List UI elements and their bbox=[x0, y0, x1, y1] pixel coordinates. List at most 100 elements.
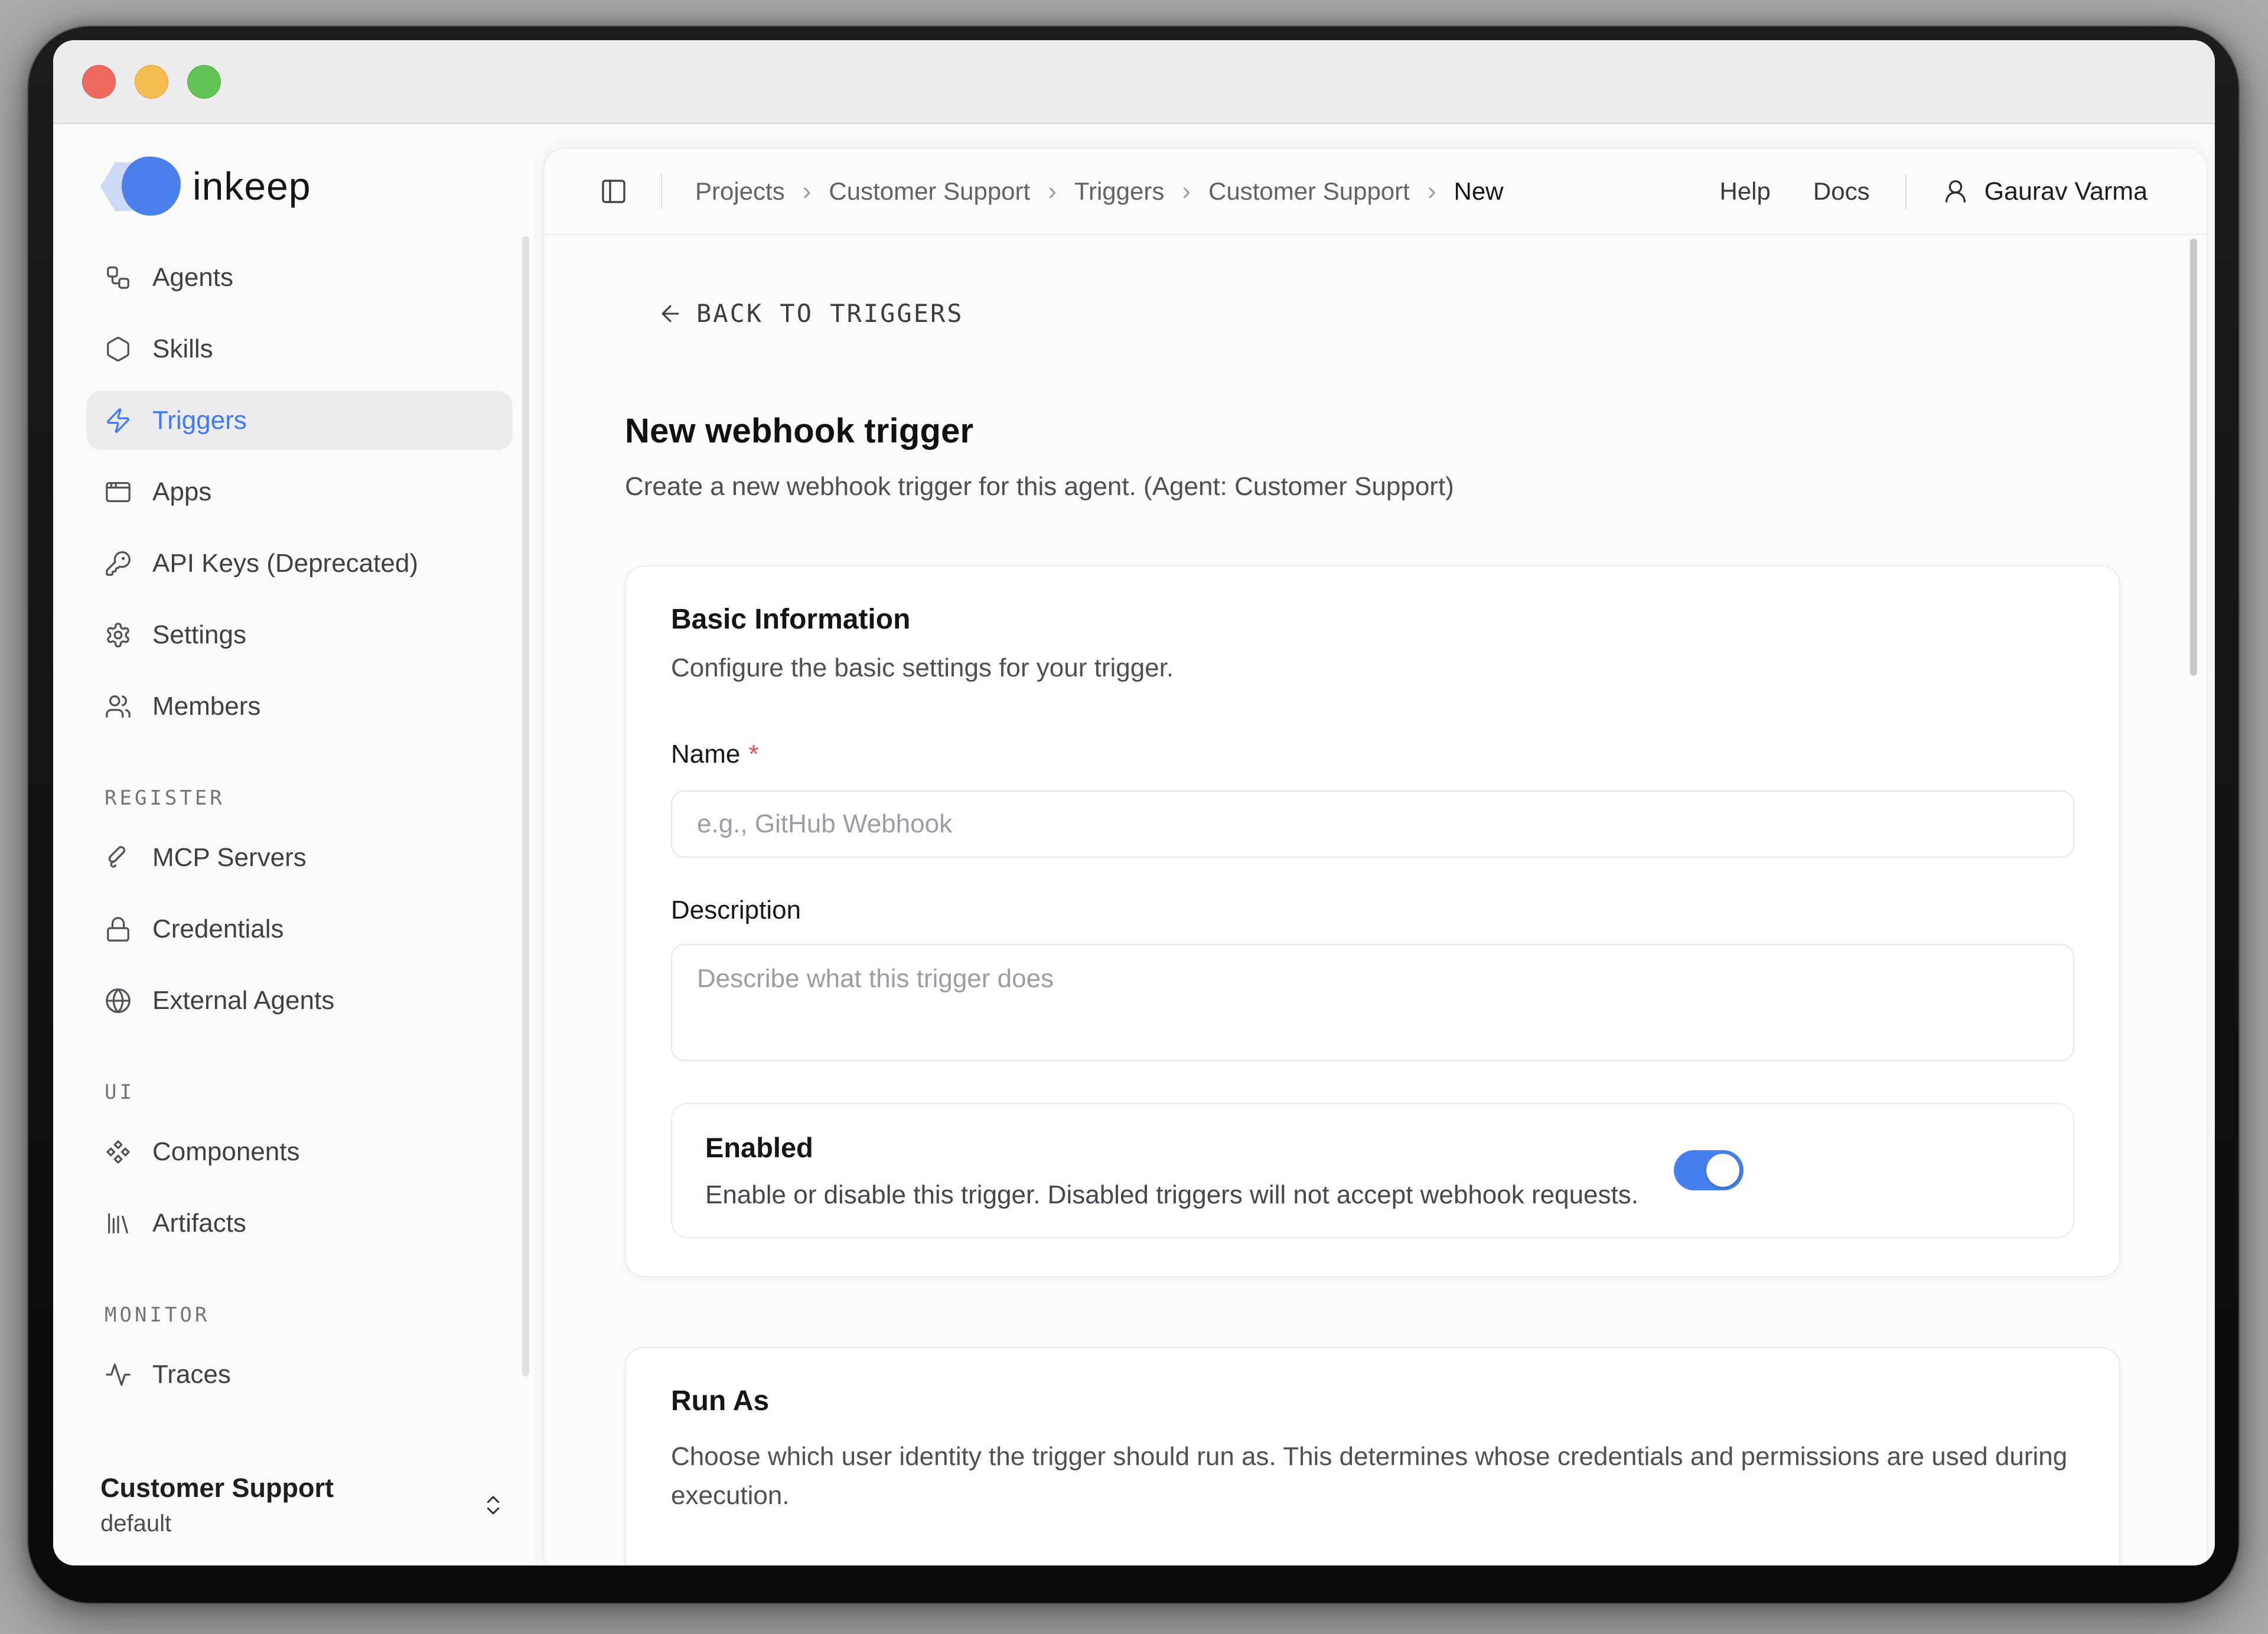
basic-information-subtitle: Configure the basic settings for your tr… bbox=[671, 653, 2074, 683]
hexagon-icon bbox=[105, 336, 132, 363]
breadcrumb-item-customer-support[interactable]: Customer Support bbox=[1208, 177, 1410, 206]
breadcrumb-separator-icon: › bbox=[1428, 177, 1436, 206]
content-scrollbar[interactable] bbox=[2190, 239, 2197, 676]
enabled-text: Enabled Enable or disable this trigger. … bbox=[705, 1131, 1638, 1210]
breadcrumb: Projects › Customer Support › Triggers › Custo… bbox=[695, 177, 1504, 206]
description-input[interactable] bbox=[671, 944, 2074, 1061]
back-to-triggers-label: BACK TO TRIGGERS bbox=[696, 299, 964, 328]
lock-icon bbox=[105, 916, 132, 943]
sidebar-item-label: External Agents bbox=[152, 986, 334, 1015]
sidebar-item-label: Apps bbox=[152, 477, 211, 507]
device-bezel: inkeep Agents Skills Triggers Apps API Keys … bbox=[28, 27, 2238, 1603]
breadcrumb-item-new-current: New bbox=[1454, 177, 1503, 206]
sidebar-item-traces[interactable]: Traces bbox=[86, 1345, 513, 1404]
sidebar-item-label: Skills bbox=[152, 334, 213, 364]
project-name: Customer Support bbox=[100, 1473, 334, 1503]
header-right: Help Docs Gaurav Varma bbox=[1677, 174, 2148, 209]
required-asterisk: * bbox=[748, 740, 758, 769]
page-title: New webhook trigger bbox=[625, 411, 2120, 451]
name-label: Name * bbox=[671, 740, 2074, 769]
help-link[interactable]: Help bbox=[1719, 177, 1770, 206]
close-window-button[interactable] bbox=[82, 65, 116, 99]
breadcrumb-item-projects[interactable]: Projects bbox=[695, 177, 785, 206]
breadcrumb-separator-icon: › bbox=[1048, 177, 1057, 206]
sidebar-group-label: UI bbox=[86, 1078, 513, 1107]
activity-icon bbox=[105, 1361, 132, 1388]
page-content: BACK TO TRIGGERS New webhook trigger Cre… bbox=[545, 235, 2207, 1565]
sidebar-item-mcp-servers[interactable]: MCP Servers bbox=[86, 828, 513, 887]
minimize-window-button[interactable] bbox=[135, 65, 168, 99]
sidebar-item-label: Triggers bbox=[152, 406, 247, 435]
header-divider bbox=[661, 174, 662, 209]
sidebar-item-artifacts[interactable]: Artifacts bbox=[86, 1194, 513, 1253]
name-label-text: Name bbox=[671, 740, 740, 769]
globe-icon bbox=[105, 987, 132, 1014]
users-icon bbox=[105, 693, 132, 720]
app-window-icon bbox=[105, 479, 132, 506]
sidebar-item-label: Artifacts bbox=[152, 1209, 246, 1238]
sidebar-item-credentials[interactable]: Credentials bbox=[86, 900, 513, 959]
name-input[interactable] bbox=[671, 790, 2074, 858]
sidebar-scrollbar[interactable] bbox=[522, 236, 529, 1376]
key-icon bbox=[105, 550, 132, 577]
sidebar-group-label: REGISTER bbox=[86, 783, 513, 813]
header-divider-2 bbox=[1905, 174, 1907, 209]
sidebar-item-label: Settings bbox=[152, 620, 246, 650]
component-icon bbox=[105, 1138, 132, 1166]
sidebar-item-skills[interactable]: Skills bbox=[86, 320, 513, 379]
user-name: Gaurav Varma bbox=[1984, 177, 2148, 206]
app-window: inkeep Agents Skills Triggers Apps API Keys … bbox=[53, 40, 2215, 1565]
breadcrumb-item-customer-support[interactable]: Customer Support bbox=[829, 177, 1030, 206]
sidebar-group-label: MONITOR bbox=[86, 1300, 513, 1330]
project-switcher[interactable]: Customer Support default bbox=[100, 1473, 506, 1537]
sidebar-item-apps[interactable]: Apps bbox=[86, 463, 513, 522]
inkeep-logo[interactable]: inkeep bbox=[100, 157, 543, 216]
titlebar bbox=[53, 40, 2215, 124]
user-icon bbox=[1942, 178, 1969, 205]
sidebar-item-components[interactable]: Components bbox=[86, 1122, 513, 1181]
breadcrumb-separator-icon: › bbox=[1182, 177, 1191, 206]
breadcrumb-item-triggers[interactable]: Triggers bbox=[1074, 177, 1164, 206]
inkeep-logo-text: inkeep bbox=[193, 164, 311, 209]
sidebar-group-register: REGISTER MCP Servers Credentials External A… bbox=[53, 783, 543, 1030]
main-panel: Projects › Customer Support › Triggers › Custo… bbox=[543, 148, 2208, 1565]
user-menu[interactable]: Gaurav Varma bbox=[1942, 177, 2148, 206]
docs-link[interactable]: Docs bbox=[1813, 177, 1870, 206]
sidebar-toggle-button[interactable] bbox=[599, 177, 628, 206]
project-environment: default bbox=[100, 1511, 334, 1537]
sidebar-item-external-agents[interactable]: External Agents bbox=[86, 971, 513, 1030]
sidebar-item-label: Credentials bbox=[152, 914, 284, 944]
run-as-title: Run As bbox=[671, 1385, 2074, 1417]
description-label: Description bbox=[671, 896, 2074, 925]
sidebar-item-settings[interactable]: Settings bbox=[86, 606, 513, 665]
breadcrumb-separator-icon: › bbox=[803, 177, 812, 206]
project-switcher-text: Customer Support default bbox=[100, 1473, 334, 1537]
desktop-background: inkeep Agents Skills Triggers Apps API Keys … bbox=[0, 0, 2268, 1634]
basic-information-title: Basic Information bbox=[671, 603, 2074, 636]
workflow-icon bbox=[105, 264, 132, 291]
mcp-icon bbox=[105, 844, 132, 871]
back-to-triggers-link[interactable]: BACK TO TRIGGERS bbox=[657, 299, 964, 328]
sidebar-item-label: API Keys (Deprecated) bbox=[152, 549, 418, 578]
zap-icon bbox=[105, 407, 132, 434]
sidebar: inkeep Agents Skills Triggers Apps API Keys … bbox=[53, 124, 543, 1565]
run-as-card: Run As Choose which user identity the tr… bbox=[625, 1347, 2120, 1566]
arrow-left-icon bbox=[657, 301, 683, 327]
sidebar-nav: Agents Skills Triggers Apps API Keys (Deprec… bbox=[53, 248, 543, 1404]
enabled-setting: Enabled Enable or disable this trigger. … bbox=[671, 1103, 2074, 1238]
enabled-toggle[interactable] bbox=[1674, 1150, 1744, 1190]
basic-information-card: Basic Information Configure the basic se… bbox=[625, 565, 2120, 1277]
run-as-description: Choose which user identity the trigger s… bbox=[671, 1437, 2074, 1515]
inkeep-logo-icon bbox=[100, 157, 177, 216]
enabled-label: Enabled bbox=[705, 1131, 1638, 1164]
maximize-window-button[interactable] bbox=[187, 65, 221, 99]
sidebar-item-label: Traces bbox=[152, 1360, 231, 1389]
sidebar-item-label: Members bbox=[152, 692, 260, 721]
sidebar-item-triggers[interactable]: Triggers bbox=[86, 391, 513, 450]
main-header: Projects › Customer Support › Triggers › Custo… bbox=[545, 149, 2207, 235]
sidebar-item-agents[interactable]: Agents bbox=[86, 248, 513, 307]
library-icon bbox=[105, 1210, 132, 1237]
sidebar-item-members[interactable]: Members bbox=[86, 677, 513, 736]
page-subtitle: Create a new webhook trigger for this ag… bbox=[625, 472, 2120, 502]
sidebar-item-api-keys-deprecated[interactable]: API Keys (Deprecated) bbox=[86, 534, 513, 593]
